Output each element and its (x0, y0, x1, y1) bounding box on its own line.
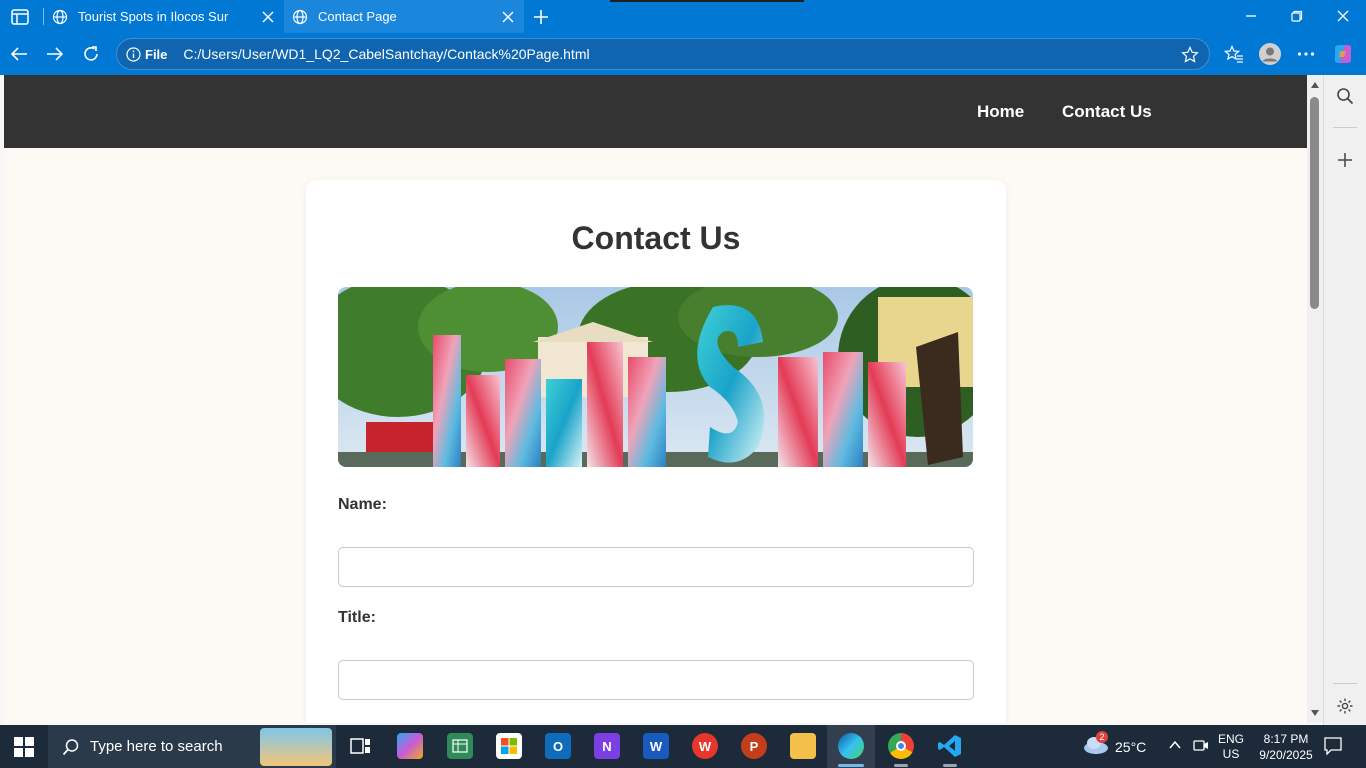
close-window-icon[interactable] (1333, 6, 1353, 26)
favorite-star-icon[interactable] (1181, 46, 1199, 64)
system-clock[interactable]: 8:17 PM 9/20/2025 (1254, 731, 1318, 763)
tab-contact-page[interactable]: Contact Page (284, 0, 524, 33)
title-input[interactable] (338, 660, 974, 700)
language-code: ENG (1218, 732, 1245, 746)
weather-icon[interactable]: 2 (1082, 731, 1114, 759)
weather-badge: 2 (1096, 731, 1108, 743)
tab-title: Tourist Spots in Ilocos Sur (78, 9, 229, 24)
task-view-icon[interactable] (348, 733, 374, 759)
chevron-up-icon[interactable] (1168, 738, 1182, 755)
edge-sidebar (1323, 75, 1366, 725)
close-tab-icon[interactable] (500, 9, 516, 25)
file-explorer-icon[interactable] (790, 733, 816, 759)
sheets-app-icon[interactable] (447, 733, 473, 759)
nav-link-contact[interactable]: Contact Us (1062, 102, 1152, 122)
name-label: Name: (338, 496, 387, 513)
page-scrollbar[interactable] (1307, 75, 1323, 723)
windows-taskbar: Type here to search O N W W P 2 25°C ENG… (0, 725, 1366, 768)
site-navbar: Home Contact Us (4, 75, 1307, 148)
vscode-app-icon[interactable] (937, 733, 963, 759)
globe-icon (292, 9, 308, 25)
tab-title: Contact Page (318, 9, 397, 24)
edge-active-indicator (838, 764, 864, 767)
address-bar[interactable]: File C:/Users/User/WD1_LQ2_CabelSantchay… (116, 38, 1210, 70)
clock-date: 9/20/2025 (1259, 748, 1313, 762)
windows-start-icon[interactable] (14, 737, 34, 757)
word-app-icon[interactable]: W (643, 733, 669, 759)
ilocos-sur-banner-image (338, 287, 973, 467)
sidebar-divider (1333, 127, 1357, 128)
back-arrow-icon[interactable] (8, 43, 30, 65)
page-title: Contact Us (571, 220, 741, 256)
window-drag-indicator (610, 0, 804, 2)
scheme-label: File (145, 46, 168, 62)
browser-tab-strip: Tourist Spots in Ilocos Sur Contact Page (0, 0, 1366, 33)
close-tab-icon[interactable] (260, 9, 276, 25)
search-placeholder: Type here to search (90, 738, 223, 755)
search-highlight-image (260, 728, 332, 766)
url-text[interactable]: C:/Users/User/WD1_LQ2_CabelSantchay/Cont… (183, 46, 589, 62)
region-code: US (1222, 747, 1240, 761)
contact-card: Contact Us Name: Title: (306, 180, 1006, 723)
settings-gear-icon[interactable] (1334, 695, 1356, 717)
chrome-running-indicator (894, 764, 908, 767)
wps-app-icon[interactable]: W (692, 733, 718, 759)
weather-temperature[interactable]: 25°C (1115, 739, 1146, 755)
powerpoint-app-icon[interactable]: P (741, 733, 767, 759)
taskbar-search-box[interactable]: Type here to search (48, 725, 336, 768)
scroll-down-arrow-icon[interactable] (1311, 710, 1319, 716)
outlook-app-icon[interactable]: O (545, 733, 571, 759)
tab-actions-icon[interactable] (10, 7, 30, 27)
profile-avatar-icon[interactable] (1258, 42, 1282, 66)
scroll-up-arrow-icon[interactable] (1311, 82, 1319, 88)
minimize-icon[interactable] (1241, 6, 1261, 26)
copilot-app-icon[interactable] (397, 733, 423, 759)
sidebar-divider (1333, 683, 1357, 684)
add-plus-icon[interactable] (1334, 149, 1356, 171)
name-input[interactable] (338, 547, 974, 587)
info-icon[interactable] (125, 46, 141, 62)
restore-icon[interactable] (1287, 6, 1307, 26)
edge-app-icon[interactable] (838, 733, 864, 759)
favorites-icon[interactable] (1222, 42, 1246, 66)
vscode-running-indicator (943, 764, 957, 767)
scrollbar-thumb[interactable] (1310, 97, 1319, 309)
chrome-app-icon[interactable] (888, 733, 914, 759)
refresh-icon[interactable] (80, 43, 102, 65)
store-app-icon[interactable] (496, 733, 522, 759)
more-options-icon[interactable] (1294, 42, 1318, 66)
globe-icon (52, 9, 68, 25)
onenote-app-icon[interactable]: N (594, 733, 620, 759)
meet-now-icon[interactable] (1192, 738, 1210, 757)
title-label: Title: (338, 609, 376, 626)
notification-icon[interactable] (1324, 737, 1342, 758)
nav-link-home[interactable]: Home (977, 102, 1024, 122)
search-icon (62, 738, 80, 756)
page-viewport: Home Contact Us Contact Us Name: Title: (4, 75, 1307, 723)
language-indicator[interactable]: ENG US (1218, 732, 1244, 762)
tab-tourist-spots[interactable]: Tourist Spots in Ilocos Sur (44, 0, 284, 33)
browser-toolbar: File C:/Users/User/WD1_LQ2_CabelSantchay… (0, 33, 1366, 75)
forward-arrow-icon[interactable] (44, 43, 66, 65)
copilot-icon[interactable] (1331, 42, 1355, 66)
search-icon[interactable] (1334, 85, 1356, 107)
clock-time: 8:17 PM (1263, 732, 1309, 746)
new-tab-plus-icon[interactable] (530, 6, 552, 28)
